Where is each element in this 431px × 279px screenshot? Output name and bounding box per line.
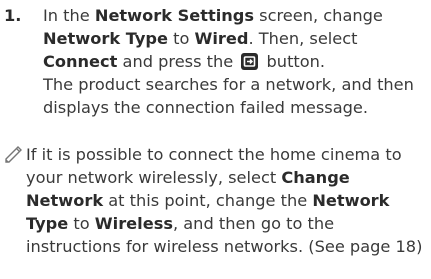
note-text-part: to [68, 214, 95, 233]
note-text: If it is possible to connect the home ci… [26, 143, 428, 258]
step-connect: Connect [43, 52, 118, 71]
step-result: The product searches for a network, and … [43, 75, 414, 117]
note-block: If it is possible to connect the home ci… [4, 143, 428, 258]
note-text-part: at this point, change the [103, 191, 313, 210]
step-network-settings: Network Settings [94, 6, 255, 25]
step-text: to [167, 29, 195, 48]
instruction-step: 1. In the Network Settings screen, chang… [4, 4, 428, 119]
note-wireless: Wireless [94, 214, 173, 233]
step-instruction: In the Network Settings screen, change N… [43, 4, 428, 73]
step-text: button. [261, 52, 326, 71]
step-text: and press the [117, 52, 239, 71]
step-wired: Wired [194, 29, 249, 48]
note-pencil-icon [4, 145, 24, 163]
step-body: In the Network Settings screen, change N… [43, 4, 428, 119]
step-network-type: Network Type [43, 29, 168, 48]
enter-button-icon [241, 53, 259, 70]
step-number: 1. [4, 6, 22, 25]
step-text: In the [43, 6, 95, 25]
step-text: screen, change [254, 6, 383, 25]
step-text: . Then, select [248, 29, 358, 48]
